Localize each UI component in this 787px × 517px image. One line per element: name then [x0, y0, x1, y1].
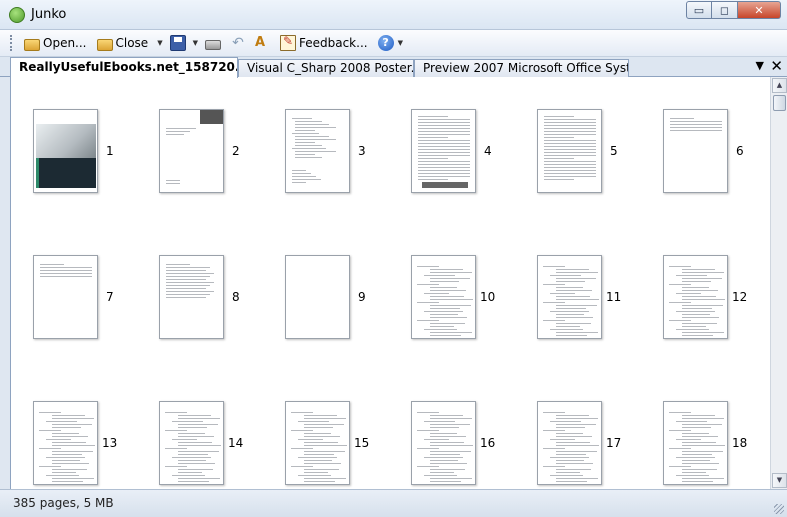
- save-dropdown-arrow[interactable]: ▼: [193, 39, 198, 47]
- resize-grip[interactable]: [774, 504, 784, 514]
- document-tabs: ReallyUsefulEbooks.net_158720... Visual …: [0, 57, 787, 78]
- undo-icon: ↶: [232, 35, 244, 51]
- page-number-label: 13: [102, 436, 118, 450]
- page-number-label: 12: [732, 290, 748, 304]
- maximize-button[interactable]: ◻: [712, 1, 738, 19]
- tab-label: Preview 2007 Microsoft Office System...: [423, 61, 629, 75]
- page-number-label: 10: [480, 290, 496, 304]
- page-thumbnail[interactable]: [411, 401, 476, 485]
- open-label: Open...: [43, 36, 87, 50]
- page-thumbnail[interactable]: [159, 401, 224, 485]
- tab-document-2[interactable]: Visual C_Sharp 2008 Poster.pdf: [238, 59, 414, 77]
- tab-label: Visual C_Sharp 2008 Poster.pdf: [247, 61, 414, 75]
- scroll-thumb[interactable]: [773, 95, 786, 111]
- feedback-icon: [279, 34, 296, 51]
- undo-button[interactable]: ↶: [227, 32, 252, 54]
- page-number-label: 5: [610, 144, 618, 158]
- close-folder-icon: [96, 38, 113, 51]
- help-icon: ?: [377, 35, 394, 51]
- page-number-label: 16: [480, 436, 496, 450]
- page-thumbnail[interactable]: [663, 109, 728, 193]
- window-title: Junko: [31, 7, 67, 22]
- close-window-button[interactable]: ✕: [738, 1, 781, 19]
- minimize-button[interactable]: ▭: [686, 1, 712, 19]
- scroll-down-arrow-icon[interactable]: ▼: [772, 473, 787, 488]
- print-button[interactable]: [202, 32, 227, 54]
- page-number-label: 1: [106, 144, 114, 158]
- page-number-label: 9: [358, 290, 366, 304]
- tab-label: ReallyUsefulEbooks.net_158720...: [19, 60, 238, 74]
- page-thumbnail-grid[interactable]: 1 2 3 4 5 6 7 8 9 10 11 12 13 14 15 16 17 18: [10, 77, 770, 489]
- page-number-label: 8: [232, 290, 240, 304]
- page-thumbnail[interactable]: [33, 255, 98, 339]
- open-button[interactable]: Open...: [21, 32, 90, 54]
- page-thumbnail[interactable]: [537, 401, 602, 485]
- tab-list-dropdown-icon[interactable]: ▼: [756, 59, 764, 72]
- page-thumbnail[interactable]: [33, 109, 98, 193]
- save-button[interactable]: [167, 32, 192, 54]
- page-thumbnail[interactable]: [537, 109, 602, 193]
- page-thumbnail[interactable]: [411, 109, 476, 193]
- help-dropdown-arrow[interactable]: ▼: [398, 39, 403, 47]
- page-thumbnail[interactable]: [285, 109, 350, 193]
- page-number-label: 6: [736, 144, 744, 158]
- maximize-icon: ◻: [719, 3, 730, 17]
- vertical-scrollbar[interactable]: ▲ ▼: [770, 77, 787, 489]
- close-icon: ✕: [754, 3, 764, 17]
- page-thumbnail[interactable]: [285, 255, 350, 339]
- help-button[interactable]: ? ▼: [375, 32, 410, 54]
- scroll-up-arrow-icon[interactable]: ▲: [772, 78, 787, 93]
- find-text-icon: A: [254, 35, 266, 50]
- page-number-label: 17: [606, 436, 622, 450]
- close-label: Close: [115, 36, 149, 50]
- app-logo-icon: [9, 7, 25, 23]
- page-number-label: 3: [358, 144, 366, 158]
- page-number-label: 18: [732, 436, 748, 450]
- close-button[interactable]: Close: [94, 32, 152, 54]
- window-controls: ▭ ◻ ✕: [686, 1, 781, 20]
- tab-document-3[interactable]: Preview 2007 Microsoft Office System...: [414, 59, 629, 77]
- page-number-label: 2: [232, 144, 240, 158]
- page-thumbnail[interactable]: [663, 255, 728, 339]
- page-number-label: 15: [354, 436, 370, 450]
- page-number-label: 4: [484, 144, 492, 158]
- page-thumbnail[interactable]: [159, 109, 224, 193]
- status-text: 385 pages, 5 MB: [13, 496, 114, 510]
- close-tab-icon[interactable]: ✕: [770, 57, 783, 75]
- page-thumbnail[interactable]: [537, 255, 602, 339]
- title-bar: Junko ▭ ◻ ✕: [0, 0, 787, 30]
- page-number-label: 7: [106, 290, 114, 304]
- toolbar-grip[interactable]: [10, 35, 13, 51]
- save-icon: [169, 35, 186, 51]
- printer-icon: [204, 40, 221, 50]
- page-thumbnail[interactable]: [159, 255, 224, 339]
- toolbar: Open... Close ▼ ▼ ↶ A Feedback... ? ▼: [0, 30, 787, 57]
- status-bar: 385 pages, 5 MB: [0, 489, 787, 517]
- page-number-label: 11: [606, 290, 622, 304]
- close-dropdown-arrow[interactable]: ▼: [157, 39, 162, 47]
- page-thumbnail[interactable]: [285, 401, 350, 485]
- find-button[interactable]: A: [252, 32, 277, 54]
- open-folder-icon: [24, 38, 40, 51]
- tab-document-1[interactable]: ReallyUsefulEbooks.net_158720...: [10, 57, 238, 78]
- page-thumbnail[interactable]: [411, 255, 476, 339]
- page-thumbnail[interactable]: [663, 401, 728, 485]
- page-thumbnail[interactable]: [33, 401, 98, 485]
- minimize-icon: ▭: [693, 3, 705, 17]
- feedback-button[interactable]: Feedback...: [277, 32, 371, 54]
- page-number-label: 14: [228, 436, 244, 450]
- feedback-label: Feedback...: [298, 36, 368, 50]
